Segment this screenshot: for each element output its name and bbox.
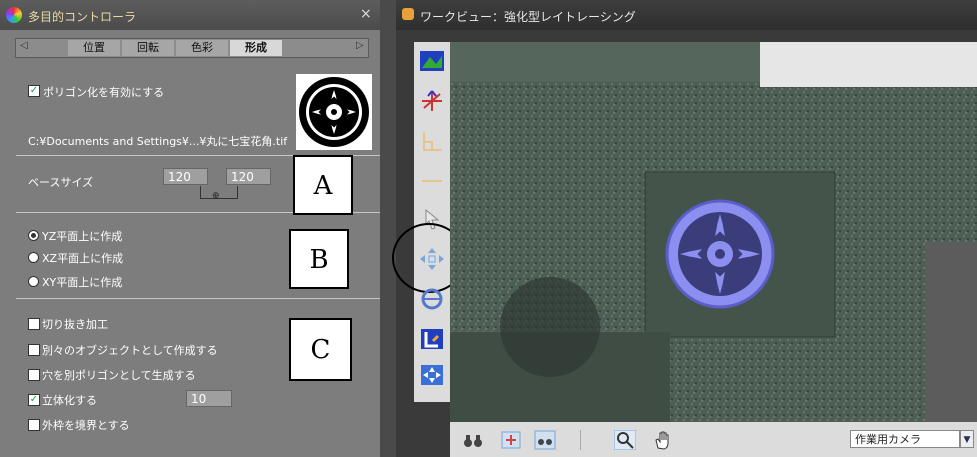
radio-xz-label: XZ平面上に作成 bbox=[42, 252, 124, 265]
outer-frame-checkbox[interactable] bbox=[28, 419, 40, 431]
rendered-scene bbox=[450, 42, 977, 422]
snap-icon[interactable] bbox=[418, 362, 446, 388]
aspect-link-icon[interactable]: ⊕ bbox=[212, 191, 220, 201]
crest-thumbnail bbox=[296, 74, 372, 150]
separate-objects-checkbox[interactable] bbox=[28, 344, 40, 356]
scale-icon[interactable] bbox=[418, 326, 446, 352]
hole-polygon-checkbox[interactable] bbox=[28, 369, 40, 381]
radio-xz-plane[interactable] bbox=[28, 252, 39, 263]
zoom-fit-icon[interactable] bbox=[500, 430, 522, 450]
3d-viewport[interactable] bbox=[450, 42, 977, 422]
rotate-icon[interactable] bbox=[418, 286, 446, 312]
binoculars-framed-icon[interactable] bbox=[534, 430, 556, 450]
panel-title: 多目的コントローラ bbox=[28, 10, 137, 24]
panel-titlebar: 多目的コントローラ × bbox=[0, 0, 380, 30]
hand-pan-icon[interactable] bbox=[652, 430, 674, 450]
tab-bar: ◁ 位置 回転 色彩 形成 ▷ bbox=[15, 38, 369, 58]
grid-icon[interactable] bbox=[418, 128, 446, 154]
close-icon[interactable]: × bbox=[360, 6, 372, 22]
cutout-label: 切り抜き加工 bbox=[42, 318, 108, 331]
tab-left-arrow-icon[interactable]: ◁ bbox=[20, 40, 28, 51]
crest-thumbnail-icon bbox=[299, 77, 369, 147]
extrude-label: 立体化する bbox=[42, 394, 97, 407]
tab-position[interactable]: 位置 bbox=[68, 40, 120, 56]
separate-objects-label: 別々のオブジェクトとして作成する bbox=[42, 344, 218, 357]
base-size-width-input[interactable]: 120 bbox=[163, 168, 208, 185]
tab-color[interactable]: 色彩 bbox=[176, 40, 228, 56]
hole-polygon-label: 穴を別ポリゴンとして生成する bbox=[42, 369, 196, 382]
radio-xy-plane[interactable] bbox=[28, 276, 39, 287]
tab-rotation[interactable]: 回転 bbox=[122, 40, 174, 56]
polygon-enable-label: ポリゴン化を有効にする bbox=[43, 86, 165, 99]
panel-splitter[interactable] bbox=[380, 0, 396, 457]
annotation-a: A bbox=[293, 155, 353, 215]
render-view-icon[interactable] bbox=[418, 48, 446, 74]
outer-frame-label: 外枠を境界とする bbox=[42, 419, 130, 432]
radio-xy-label: XY平面上に作成 bbox=[42, 276, 123, 289]
extrude-checkbox[interactable]: ✓ bbox=[28, 394, 40, 406]
work-view-titlebar: ワークビュー：強化型レイトレーシング bbox=[396, 0, 977, 30]
file-path: C:¥Documents and Settings¥...¥丸に七宝花角.tif bbox=[28, 135, 288, 148]
toolbar-divider bbox=[580, 430, 581, 450]
camera-select[interactable]: 作業用カメラ bbox=[850, 430, 960, 448]
magnifier-icon[interactable] bbox=[614, 430, 636, 450]
radio-yz-plane[interactable] bbox=[28, 230, 39, 241]
radio-yz-label: YZ平面上に作成 bbox=[42, 230, 123, 243]
axis-view-icon[interactable] bbox=[418, 88, 446, 114]
tab-shape[interactable]: 形成 bbox=[230, 40, 282, 56]
base-size-height-input[interactable]: 120 bbox=[226, 168, 271, 185]
divider bbox=[16, 298, 380, 299]
line-tool-icon[interactable] bbox=[418, 168, 446, 194]
chevron-down-icon[interactable]: ▼ bbox=[960, 430, 974, 448]
work-view-icon bbox=[402, 8, 414, 20]
annotation-c: C bbox=[289, 318, 352, 381]
base-size-label: ベースサイズ bbox=[28, 176, 94, 189]
extrude-depth-input[interactable]: 10 bbox=[186, 390, 232, 407]
color-orb-icon bbox=[6, 7, 22, 23]
polygon-enable-checkbox[interactable]: ✓ bbox=[28, 85, 40, 97]
cutout-checkbox[interactable] bbox=[28, 318, 40, 330]
binoculars-icon[interactable] bbox=[462, 430, 484, 450]
annotation-b: B bbox=[289, 229, 349, 289]
work-view-title: ワークビュー：強化型レイトレーシング bbox=[420, 10, 636, 24]
tab-right-arrow-icon[interactable]: ▷ bbox=[356, 40, 364, 51]
